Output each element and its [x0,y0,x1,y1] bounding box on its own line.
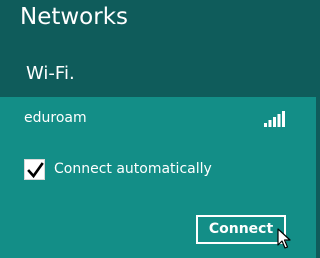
connect-automatically-checkbox[interactable] [24,158,45,180]
networks-header: Networks Wi-Fi. [0,0,316,97]
network-item-eduroam[interactable]: eduroam Connect automatically Connect [0,97,316,258]
checkmark-icon [27,161,44,178]
connect-button[interactable]: Connect [196,215,286,244]
signal-strength-icon [264,111,285,127]
wifi-section-heading: Wi-Fi. [26,63,75,84]
connect-automatically-option[interactable]: Connect automatically [24,158,212,180]
connect-automatically-label: Connect automatically [54,161,212,177]
mouse-pointer-icon [277,228,291,249]
network-name: eduroam [24,110,87,126]
panel-title: Networks [20,4,129,30]
